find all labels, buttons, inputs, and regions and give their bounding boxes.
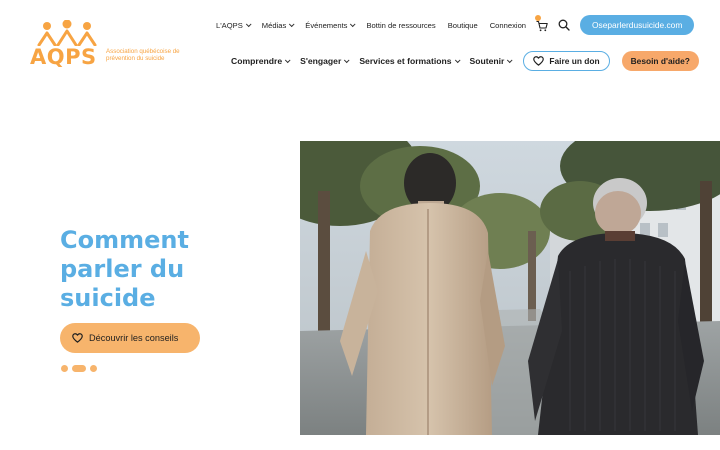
heart-icon bbox=[533, 56, 545, 66]
mainnav-item-comprendre[interactable]: Comprendre bbox=[231, 56, 291, 66]
utility-nav: L'AQPS Médias Événements Bottin de resso… bbox=[216, 14, 695, 36]
shopping-cart-icon bbox=[536, 20, 548, 32]
chevron-down-icon bbox=[284, 57, 291, 64]
logo-wordmark: AQPS bbox=[30, 45, 97, 69]
chevron-down-icon bbox=[350, 21, 357, 28]
hero-photo bbox=[300, 141, 720, 435]
topnav-item-aqps[interactable]: L'AQPS bbox=[216, 21, 252, 30]
slider-pagination bbox=[61, 365, 101, 372]
chevron-down-icon bbox=[344, 57, 350, 64]
discover-tips-button[interactable]: Découvrir les conseils bbox=[60, 323, 200, 353]
mainnav-item-soutenir[interactable]: Soutenir bbox=[470, 56, 513, 66]
chevron-down-icon bbox=[289, 21, 295, 28]
logo-tagline: Association québécoise de prévention du … bbox=[106, 48, 180, 62]
main-nav: Comprendre S'engager Services et formati… bbox=[231, 51, 699, 71]
cart-count-badge bbox=[535, 15, 542, 21]
topnav-item-connexion[interactable]: Connexion bbox=[490, 21, 526, 30]
mainnav-item-services[interactable]: Services et formations bbox=[359, 56, 461, 66]
cart-button[interactable] bbox=[535, 15, 548, 32]
slider-dot-3[interactable] bbox=[90, 365, 97, 372]
chevron-down-icon bbox=[245, 21, 252, 28]
slider-dot-1[interactable] bbox=[61, 365, 68, 372]
topnav-item-evenements[interactable]: Événements bbox=[305, 21, 357, 30]
hero-title: Comment parler du suicide bbox=[60, 226, 189, 312]
help-button[interactable]: Besoin d'aide? bbox=[621, 51, 699, 71]
mainnav-item-sengager[interactable]: S'engager bbox=[300, 56, 350, 66]
aqps-logo[interactable]: AQPS Association québécoise de préventio… bbox=[30, 20, 180, 72]
chevron-down-icon bbox=[507, 57, 513, 64]
oseparler-site-button[interactable]: Oseparlerdusuicide.com bbox=[580, 15, 695, 35]
topnav-item-medias[interactable]: Médias bbox=[262, 21, 295, 30]
chevron-down-icon bbox=[454, 57, 461, 64]
slider-dot-2[interactable] bbox=[72, 365, 86, 372]
topnav-item-boutique[interactable]: Boutique bbox=[448, 21, 478, 30]
heart-icon bbox=[72, 333, 83, 343]
people-figures-icon bbox=[37, 20, 97, 46]
topnav-item-bottin[interactable]: Bottin de ressources bbox=[366, 21, 435, 30]
donate-button[interactable]: Faire un don bbox=[523, 51, 610, 71]
search-icon[interactable] bbox=[558, 19, 570, 31]
